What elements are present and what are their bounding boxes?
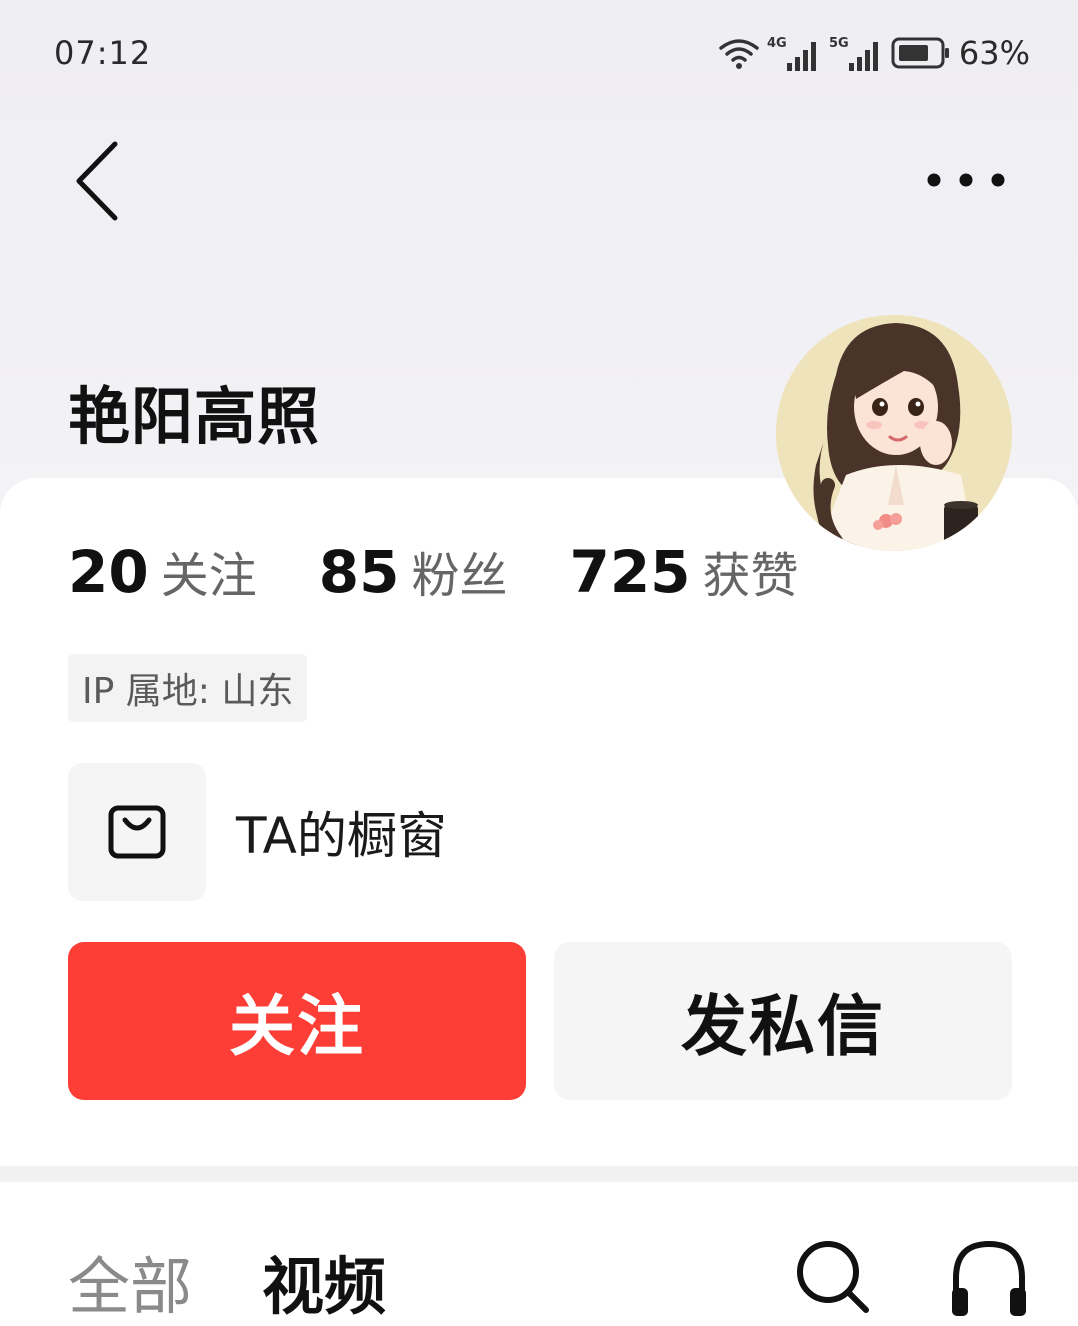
profile-username: 艳阳高照 xyxy=(68,380,321,453)
shop-window-entry[interactable]: TA的橱窗 xyxy=(68,763,447,901)
listen-button[interactable] xyxy=(946,1236,1032,1316)
signal-5g-icon: 5G xyxy=(829,36,878,71)
battery-icon xyxy=(891,37,949,69)
stat-likes-label: 获赞 xyxy=(702,548,799,604)
follow-button[interactable]: 关注 xyxy=(68,942,526,1100)
shop-icon-box xyxy=(68,763,206,901)
shop-window-label: TA的橱窗 xyxy=(236,807,447,865)
chevron-left-icon xyxy=(76,141,118,221)
back-button[interactable] xyxy=(66,136,126,226)
stat-following-label: 关注 xyxy=(160,548,257,604)
profile-stats: 20 关注 85 粉丝 725 获赞 xyxy=(68,536,861,606)
signal-4g-icon: 4G xyxy=(767,36,816,71)
more-dots-icon xyxy=(927,173,1005,187)
stat-likes-count: 725 xyxy=(569,538,691,606)
wifi-icon xyxy=(719,39,759,69)
tab-all[interactable]: 全部 xyxy=(68,1236,192,1326)
tab-video[interactable]: 视频 xyxy=(262,1236,386,1326)
section-divider xyxy=(0,1166,1078,1182)
avatar[interactable] xyxy=(776,315,1012,551)
stat-followers-label: 粉丝 xyxy=(411,548,508,604)
ip-location-tag: IP 属地: 山东 xyxy=(68,654,308,722)
stat-following-count: 20 xyxy=(68,538,149,606)
search-button[interactable] xyxy=(792,1236,872,1316)
shopping-bag-icon xyxy=(108,805,166,859)
search-icon xyxy=(797,1241,869,1313)
net1-label: 4G xyxy=(767,36,787,51)
status-time: 07:12 xyxy=(54,34,152,72)
stat-followers[interactable]: 85 粉丝 xyxy=(319,536,508,606)
avatar-illustration xyxy=(776,315,1012,551)
stat-followers-count: 85 xyxy=(318,538,400,606)
more-button[interactable] xyxy=(918,160,1014,200)
stat-following[interactable]: 20 关注 xyxy=(68,536,257,606)
status-icons: 4G 5G 63% xyxy=(719,30,1030,76)
battery-percent: 63% xyxy=(958,34,1030,72)
send-message-button[interactable]: 发私信 xyxy=(554,942,1012,1100)
stat-likes[interactable]: 725 获赞 xyxy=(569,536,798,606)
headphones-icon xyxy=(952,1240,1026,1316)
net2-label: 5G xyxy=(829,36,849,51)
